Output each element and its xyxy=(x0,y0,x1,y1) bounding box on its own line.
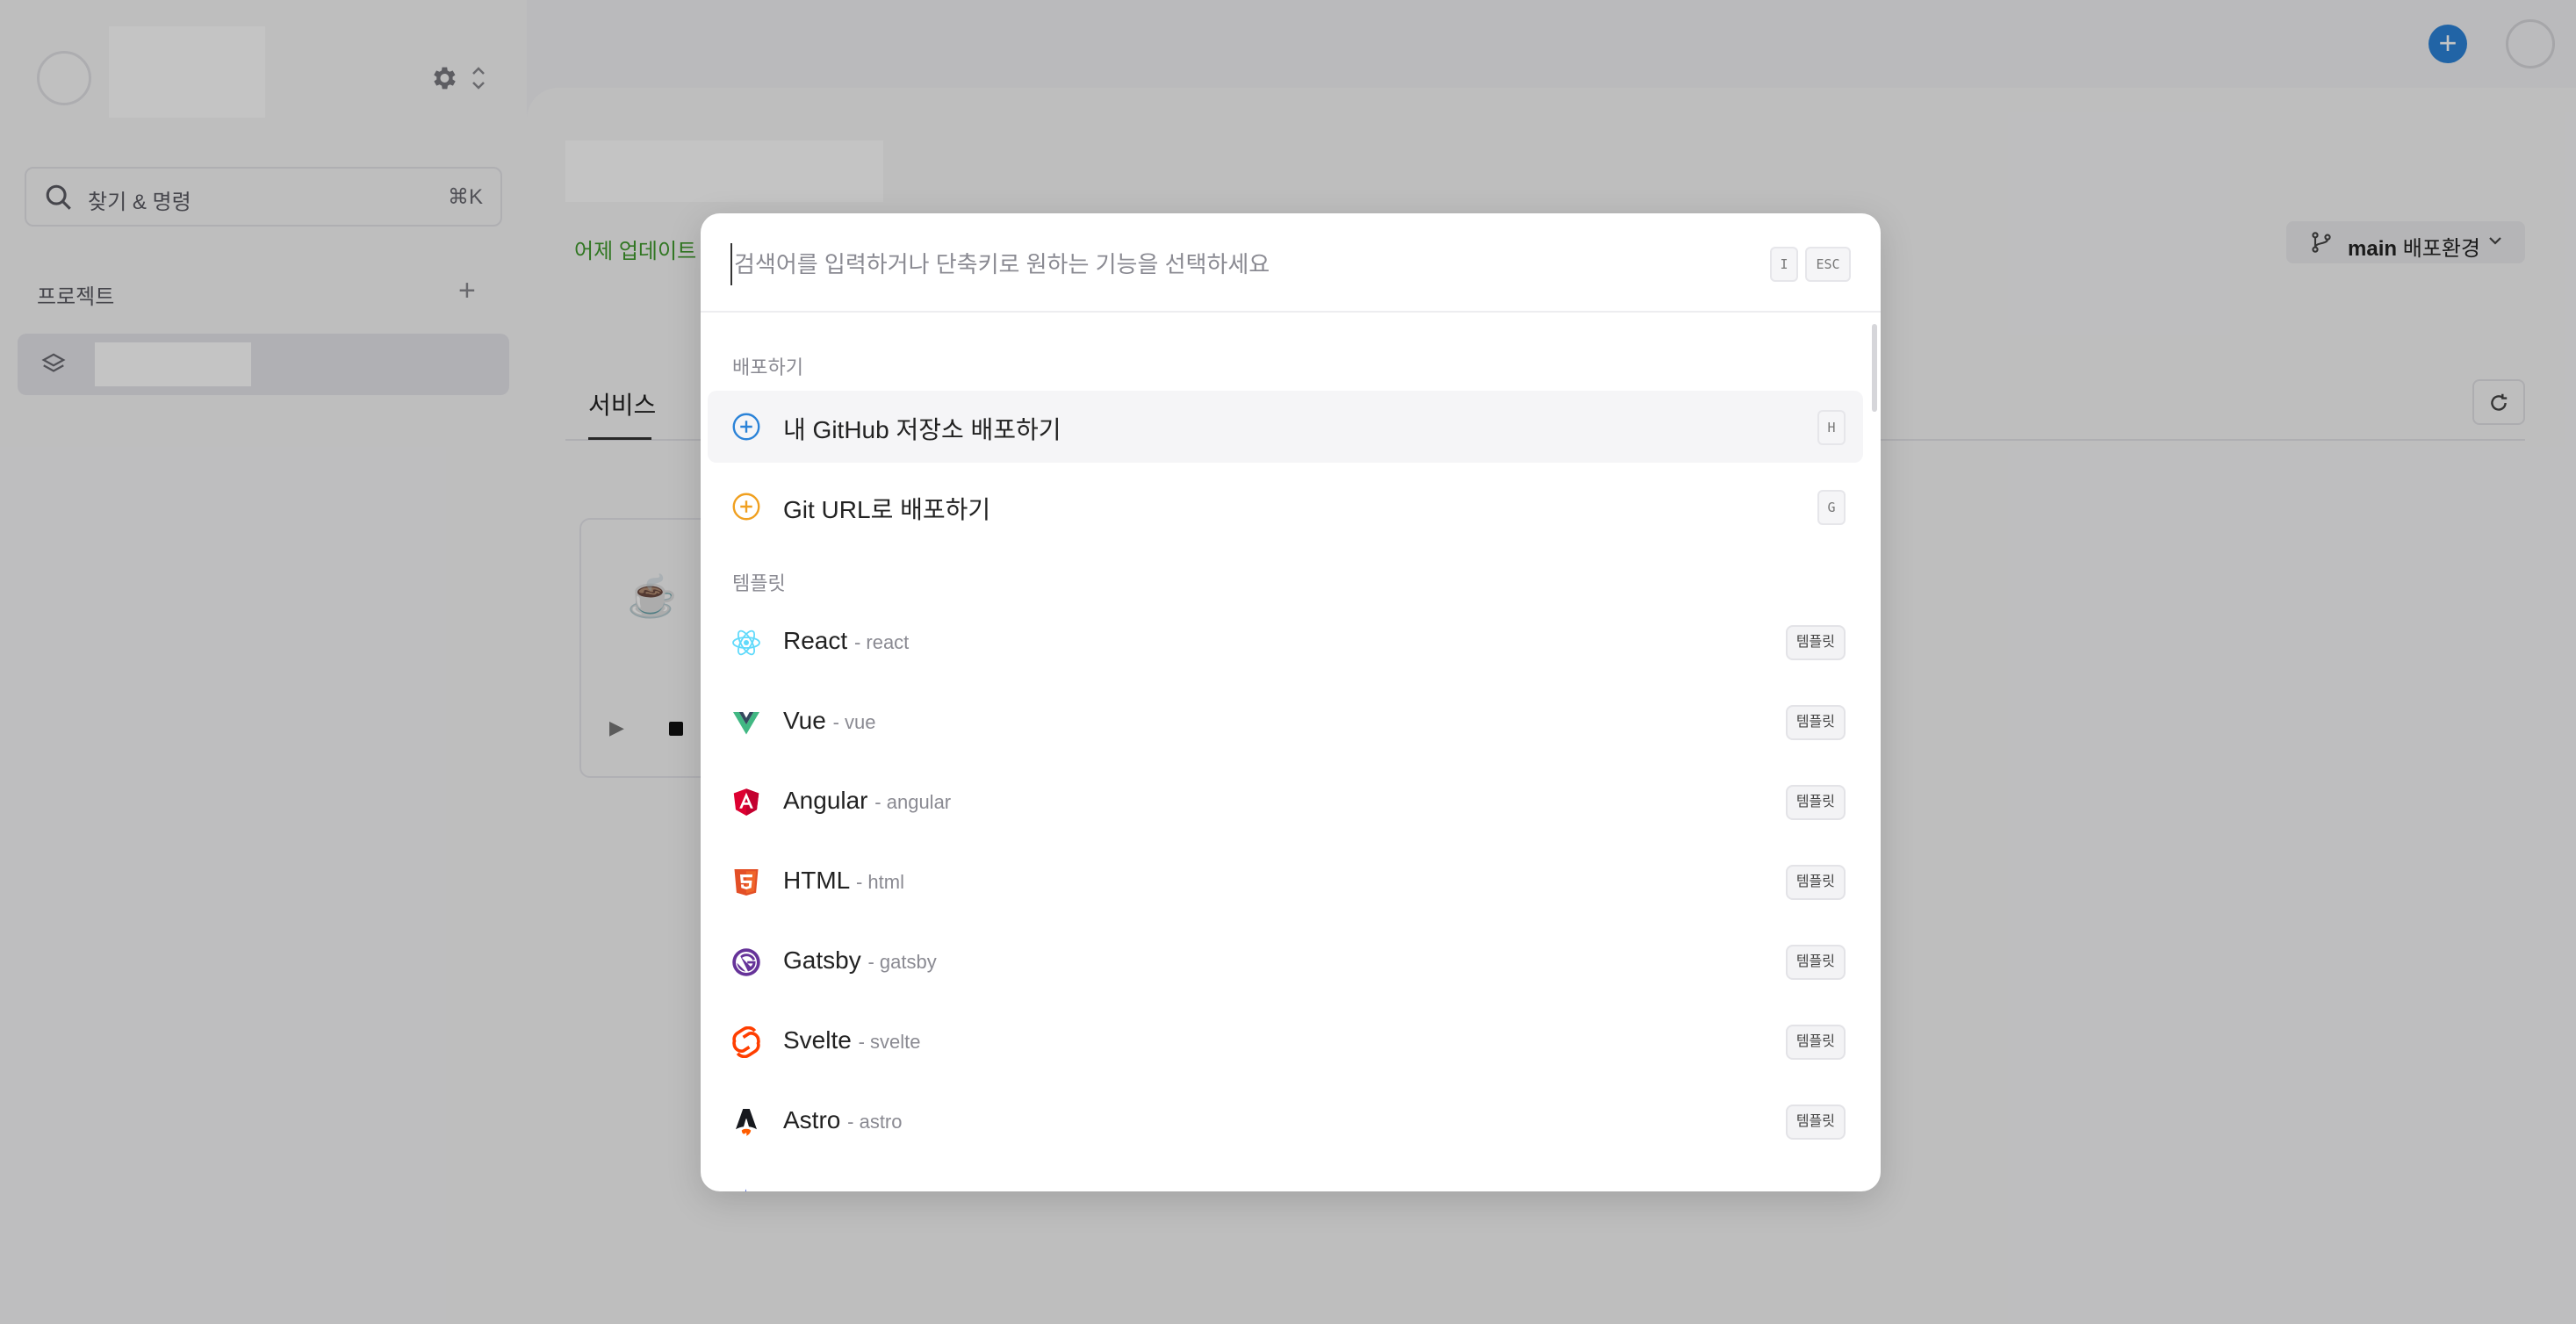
list-item-slug: - html xyxy=(855,871,904,893)
list-item-slug: - astro xyxy=(847,1111,903,1133)
list-item-template-astro[interactable]: Astro - astro 템플릿 xyxy=(708,1086,1863,1158)
list-item-label: Gatsby xyxy=(783,946,861,974)
command-search-input[interactable] xyxy=(730,243,1749,285)
list-item-label: Svelte xyxy=(783,1026,852,1054)
template-badge: 템플릿 xyxy=(1785,1105,1846,1140)
list-item-label: 내 GitHub 저장소 배포하기 xyxy=(783,416,1061,443)
plus-circle-orange-icon xyxy=(732,493,760,521)
template-badge: 템플릿 xyxy=(1785,705,1846,740)
list-item-label: Vue xyxy=(783,707,826,734)
section-label-deploy: 배포하기 xyxy=(732,356,803,378)
react-icon xyxy=(732,630,760,656)
angular-icon xyxy=(733,788,759,816)
list-item-slug: - vue xyxy=(832,711,876,733)
template-badge: 템플릿 xyxy=(1785,865,1846,900)
shortcut-esc-chip[interactable]: ESC xyxy=(1805,247,1851,282)
list-item-label: Astro xyxy=(783,1106,841,1133)
list-item-slug: - angular xyxy=(874,791,952,813)
list-item-shortcut: H xyxy=(1817,410,1846,445)
list-item-label: Git URL로 배포하기 xyxy=(783,496,991,523)
template-badge: 템플릿 xyxy=(1785,1025,1846,1060)
gatsby-icon xyxy=(732,948,760,976)
list-item-deploy-git-url[interactable]: Git URL로 배포하기 G xyxy=(708,471,1863,543)
template-badge: 템플릿 xyxy=(1785,625,1846,660)
list-item-template-vue[interactable]: Vue - vue 템플릿 xyxy=(708,687,1863,759)
html5-icon xyxy=(734,869,759,896)
list-item-partial[interactable] xyxy=(708,1166,1863,1191)
list-item-label: Angular xyxy=(783,787,868,814)
list-item-template-angular[interactable]: Angular - angular 템플릿 xyxy=(708,766,1863,838)
list-item-slug: - gatsby xyxy=(867,951,937,973)
command-palette-header: I ESC xyxy=(701,213,1881,313)
shortcut-i-chip: I xyxy=(1770,247,1798,282)
list-item-label: HTML xyxy=(783,867,850,894)
list-item-template-svelte[interactable]: Svelte - svelte 템플릿 xyxy=(708,1006,1863,1078)
template-badge: 템플릿 xyxy=(1785,945,1846,980)
template-icon-partial xyxy=(745,1189,746,1191)
list-item-template-react[interactable]: React - react 템플릿 xyxy=(708,607,1863,679)
command-palette: I ESC 배포하기 내 GitHub 저장소 배포하기 H Git URL로 … xyxy=(701,213,1881,1191)
plus-circle-blue-icon xyxy=(732,413,760,441)
template-badge: 템플릿 xyxy=(1785,785,1846,820)
section-label-templates: 템플릿 xyxy=(732,572,786,594)
list-item-shortcut: G xyxy=(1817,490,1846,525)
astro-icon xyxy=(736,1109,757,1136)
list-item-template-gatsby[interactable]: Gatsby - gatsby 템플릿 xyxy=(708,926,1863,998)
list-item-deploy-github[interactable]: 내 GitHub 저장소 배포하기 H xyxy=(708,391,1863,463)
list-item-slug: - svelte xyxy=(858,1031,921,1053)
list-item-slug: - react xyxy=(853,631,910,653)
list-item-label: React xyxy=(783,627,848,654)
list-item-template-html[interactable]: HTML - html 템플릿 xyxy=(708,846,1863,918)
svelte-icon xyxy=(732,1026,760,1058)
vue-icon xyxy=(733,712,759,735)
scrollbar-thumb[interactable] xyxy=(1872,324,1877,412)
